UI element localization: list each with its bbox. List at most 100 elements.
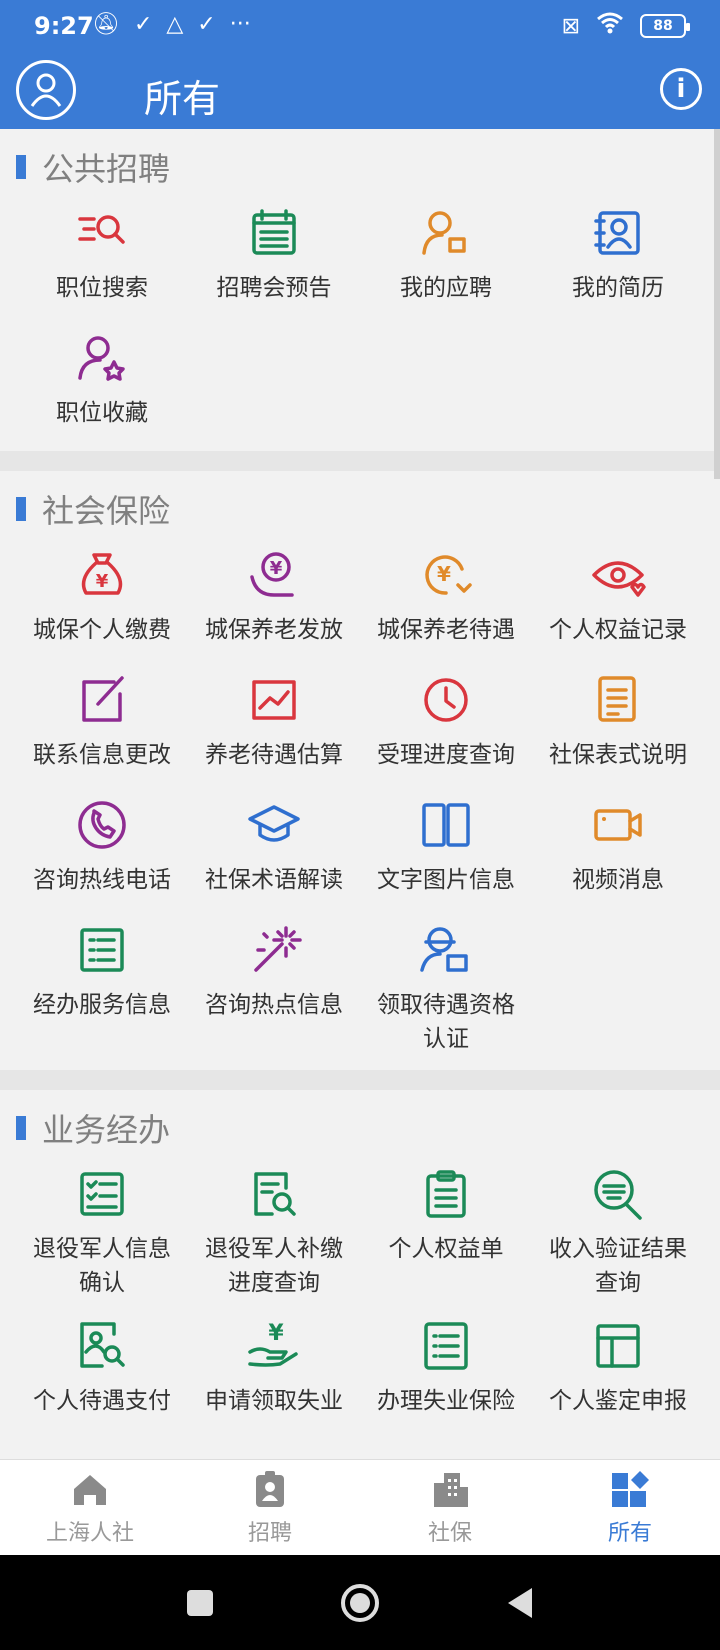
service-item-label: 社保术语解读: [205, 867, 343, 893]
main-content[interactable]: 公共招聘职位搜索 招聘会预告 我的应聘 我的简历职位收藏社会保险 ¥ 城保个人缴费 ¥ 城保养…: [0, 129, 720, 1459]
service-item[interactable]: 个人权益记录: [532, 547, 704, 654]
scrollbar[interactable]: [714, 129, 720, 479]
coin-cycle-icon: ¥: [418, 547, 474, 603]
section-header: 公共招聘: [0, 145, 720, 189]
service-item[interactable]: 职位搜索: [16, 205, 188, 312]
list-icon: [74, 922, 130, 978]
service-item[interactable]: 退役军人信息确认: [16, 1166, 188, 1300]
service-item[interactable]: ¥ 申请领取失业: [188, 1318, 360, 1425]
page-title: 所有: [144, 77, 221, 121]
user-card-icon: [418, 922, 474, 978]
nav-item-building[interactable]: 社保: [360, 1460, 540, 1555]
status-time: 9:27: [34, 12, 94, 40]
magic-wand-icon: [246, 922, 302, 978]
section-accent-bar: [16, 155, 26, 179]
system-navigation: [0, 1555, 720, 1650]
service-item[interactable]: 领取待遇资格认证: [360, 922, 532, 1056]
drive-icon: △: [166, 12, 184, 37]
service-item-label: 职位搜索: [56, 275, 148, 301]
service-item[interactable]: 个人权益单: [360, 1166, 532, 1300]
svg-text:¥: ¥: [270, 558, 283, 579]
nav-item-badge[interactable]: 招聘: [180, 1460, 360, 1555]
bottom-navigation: 上海人社 招聘 社保 所有: [0, 1459, 720, 1555]
service-item-label: 个人权益记录: [549, 617, 687, 643]
service-item[interactable]: 联系信息更改: [16, 672, 188, 779]
svg-text:¥: ¥: [268, 1321, 284, 1346]
service-item-label: 经办服务信息: [33, 992, 171, 1018]
more-icon: ···: [229, 12, 251, 37]
check-icon: ✓: [133, 12, 153, 37]
section-2: 社会保险 ¥ 城保个人缴费 ¥ 城保养老发放 ¥ 城保养老待遇 个人权益记录联系信息更改 养老待…: [0, 451, 720, 1070]
magnifier-icon: [590, 1166, 646, 1222]
service-item-label: 我的应聘: [400, 275, 492, 301]
home-system-button[interactable]: [340, 1583, 380, 1623]
service-item[interactable]: 社保表式说明: [532, 672, 704, 779]
service-item[interactable]: 我的简历: [532, 205, 704, 312]
service-item-label: 社保表式说明: [549, 742, 687, 768]
service-item-label: 咨询热点信息: [205, 992, 343, 1018]
section-header: 业务经办: [0, 1106, 720, 1150]
service-item[interactable]: 文字图片信息: [360, 797, 532, 904]
service-item[interactable]: 咨询热点信息: [188, 922, 360, 1056]
user-avatar-button[interactable]: [16, 60, 76, 120]
user-badge-icon: [418, 205, 474, 261]
nav-item-label: 上海人社: [45, 1520, 134, 1546]
service-item[interactable]: 职位收藏: [16, 330, 188, 437]
section-title: 业务经办: [42, 1111, 171, 1149]
service-item-label: 城保个人缴费: [33, 617, 171, 643]
service-item-label: 申请领取失业: [205, 1388, 343, 1414]
nav-item-apps[interactable]: 所有: [540, 1460, 720, 1555]
service-item[interactable]: 我的应聘: [360, 205, 532, 312]
checklist-icon: [74, 1166, 130, 1222]
service-item[interactable]: 咨询热线电话: [16, 797, 188, 904]
service-item[interactable]: 办理失业保险: [360, 1318, 532, 1425]
service-item[interactable]: ¥ 城保养老发放: [188, 547, 360, 654]
check-icon: ✓: [197, 12, 216, 37]
section-accent-bar: [16, 1116, 26, 1140]
service-item-label: 养老待遇估算: [205, 742, 343, 768]
building-icon: [430, 1469, 470, 1509]
svg-text:¥: ¥: [437, 562, 451, 586]
service-item-label: 个人权益单: [388, 1236, 504, 1262]
service-item[interactable]: 受理进度查询: [360, 672, 532, 779]
service-item[interactable]: 个人待遇支付: [16, 1318, 188, 1425]
service-item-label: 招聘会预告: [216, 275, 332, 301]
app-header: 所有 i: [0, 56, 720, 129]
chart-icon: [246, 672, 302, 728]
square-icon: [187, 1589, 213, 1616]
section-1: 公共招聘职位搜索 招聘会预告 我的应聘 我的简历职位收藏: [0, 129, 720, 451]
video-icon: [590, 797, 646, 853]
list-frame-icon: [418, 1318, 474, 1374]
service-item[interactable]: 养老待遇估算: [188, 672, 360, 779]
edit-icon: [74, 672, 130, 728]
service-item[interactable]: 招聘会预告: [188, 205, 360, 312]
resume-icon: [590, 205, 646, 261]
clock-icon: [418, 672, 474, 728]
service-grid: ¥ 城保个人缴费 ¥ 城保养老发放 ¥ 城保养老待遇 个人权益记录联系信息更改 养老待遇估算 受…: [0, 531, 720, 1056]
info-button[interactable]: i: [660, 68, 702, 110]
svg-text:¥: ¥: [96, 571, 109, 592]
service-item[interactable]: 社保术语解读: [188, 797, 360, 904]
phone-icon: [74, 797, 130, 853]
service-item[interactable]: 退役军人补缴进度查询: [188, 1166, 360, 1300]
service-item[interactable]: ¥ 城保个人缴费: [16, 547, 188, 654]
service-item[interactable]: 收入验证结果查询: [532, 1166, 704, 1300]
calendar-icon: [246, 205, 302, 261]
service-item-label: 办理失业保险: [377, 1388, 515, 1414]
section-header: 社会保险: [0, 487, 720, 531]
layout-icon: [590, 1318, 646, 1374]
hand-yen-icon: ¥: [246, 1318, 302, 1374]
service-item[interactable]: 经办服务信息: [16, 922, 188, 1056]
service-item[interactable]: 个人鉴定申报: [532, 1318, 704, 1425]
money-bag-icon: ¥: [74, 547, 130, 603]
service-item[interactable]: 视频消息: [532, 797, 704, 904]
back-system-button[interactable]: [500, 1583, 540, 1623]
service-item-label: 领取待遇资格认证: [377, 992, 515, 1052]
section-title: 社会保险: [42, 492, 171, 530]
service-item-label: 受理进度查询: [377, 742, 515, 768]
recent-apps-button[interactable]: [180, 1583, 220, 1623]
service-item[interactable]: ¥ 城保养老待遇: [360, 547, 532, 654]
nav-item-home[interactable]: 上海人社: [0, 1460, 180, 1555]
user-icon: [30, 73, 62, 107]
service-item-label: 职位收藏: [56, 400, 148, 426]
